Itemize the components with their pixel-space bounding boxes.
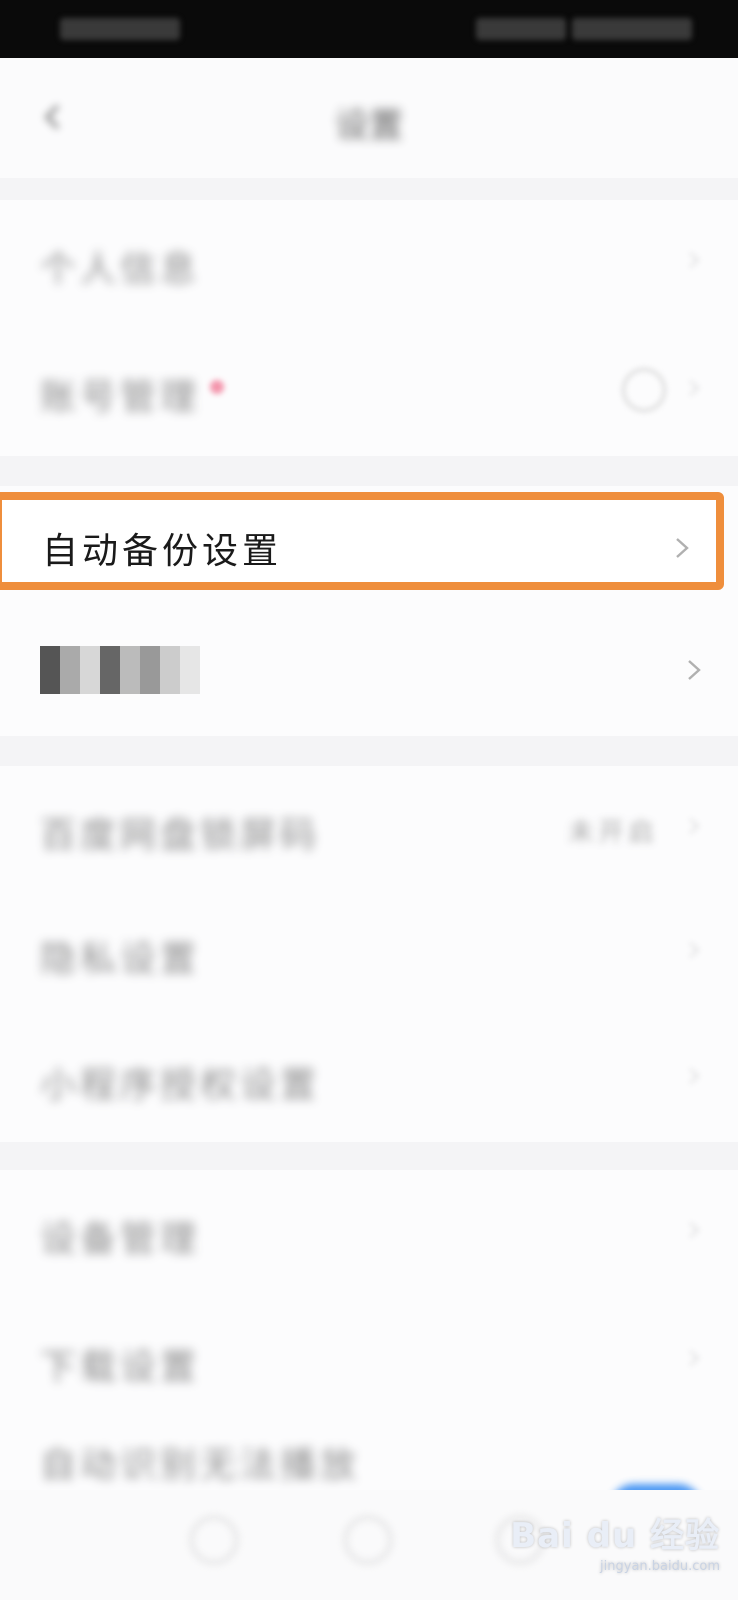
settings-row-label: 账号管理 [40, 377, 201, 418]
chevron-right-icon [686, 818, 702, 834]
nav-back-icon[interactable] [190, 1516, 238, 1564]
settings-row-device-management[interactable]: 设备管理 [0, 1170, 738, 1298]
status-network-icons [476, 18, 566, 40]
chevron-right-icon [686, 942, 702, 958]
watermark-sub-text: jingyan.baidu.com [600, 1559, 720, 1574]
settings-screen: 设置 个人信息 账号管理 自动备份设置 百度网盘锁屏码 未开启 隐私设置 小程序… [0, 0, 738, 1600]
settings-row-profile[interactable]: 个人信息 [0, 200, 738, 328]
settings-row-label: 自动备份设置 [42, 531, 283, 572]
settings-row-label: 设备管理 [40, 1219, 201, 1260]
chevron-right-icon [686, 252, 702, 268]
chevron-right-icon [686, 1222, 702, 1238]
chevron-right-icon [674, 538, 690, 558]
baidu-watermark: Bai du 经验 jingyan.baidu.com [510, 1508, 720, 1574]
page-title: 设置 [335, 106, 403, 146]
settings-row-label: 个人信息 [40, 249, 201, 290]
settings-group-account: 个人信息 账号管理 [0, 200, 738, 456]
new-badge-dot [210, 380, 224, 394]
chevron-right-icon [686, 380, 702, 396]
chevron-right-icon [686, 1068, 702, 1084]
lock-code-status: 未开启 [567, 818, 658, 848]
settings-row-label: 小程序授权设置 [40, 1065, 321, 1106]
pixelated-label [40, 646, 200, 694]
settings-row-lock-code[interactable]: 百度网盘锁屏码 未开启 [0, 766, 738, 894]
settings-row-account-management[interactable]: 账号管理 [0, 328, 738, 456]
settings-group-device: 设备管理 下载设置 自动识别无法播放 [0, 1170, 738, 1510]
nav-home-icon[interactable] [344, 1516, 392, 1564]
top-navigation-bar: 设置 [0, 58, 738, 178]
watermark-main-text: Bai du 经验 [510, 1516, 720, 1556]
settings-row-label: 下载设置 [40, 1347, 201, 1388]
settings-row-mini-program[interactable]: 小程序授权设置 [0, 1016, 738, 1144]
chevron-right-icon [686, 1350, 702, 1366]
avatar-circle-icon [622, 368, 666, 412]
settings-row-label: 百度网盘锁屏码 [40, 815, 321, 856]
status-battery-icon [572, 18, 692, 40]
chevron-right-icon [686, 660, 702, 680]
settings-group-privacy: 百度网盘锁屏码 未开启 隐私设置 小程序授权设置 [0, 766, 738, 1142]
status-bar [0, 0, 738, 58]
settings-row-privacy[interactable]: 隐私设置 [0, 890, 738, 1018]
settings-row-label: 隐私设置 [40, 939, 201, 980]
settings-row-one-click-cleanup[interactable] [0, 608, 738, 736]
settings-row-label: 自动识别无法播放 [40, 1445, 361, 1486]
status-left-icons [60, 18, 180, 40]
settings-row-auto-backup[interactable]: 自动备份设置 [0, 492, 724, 590]
